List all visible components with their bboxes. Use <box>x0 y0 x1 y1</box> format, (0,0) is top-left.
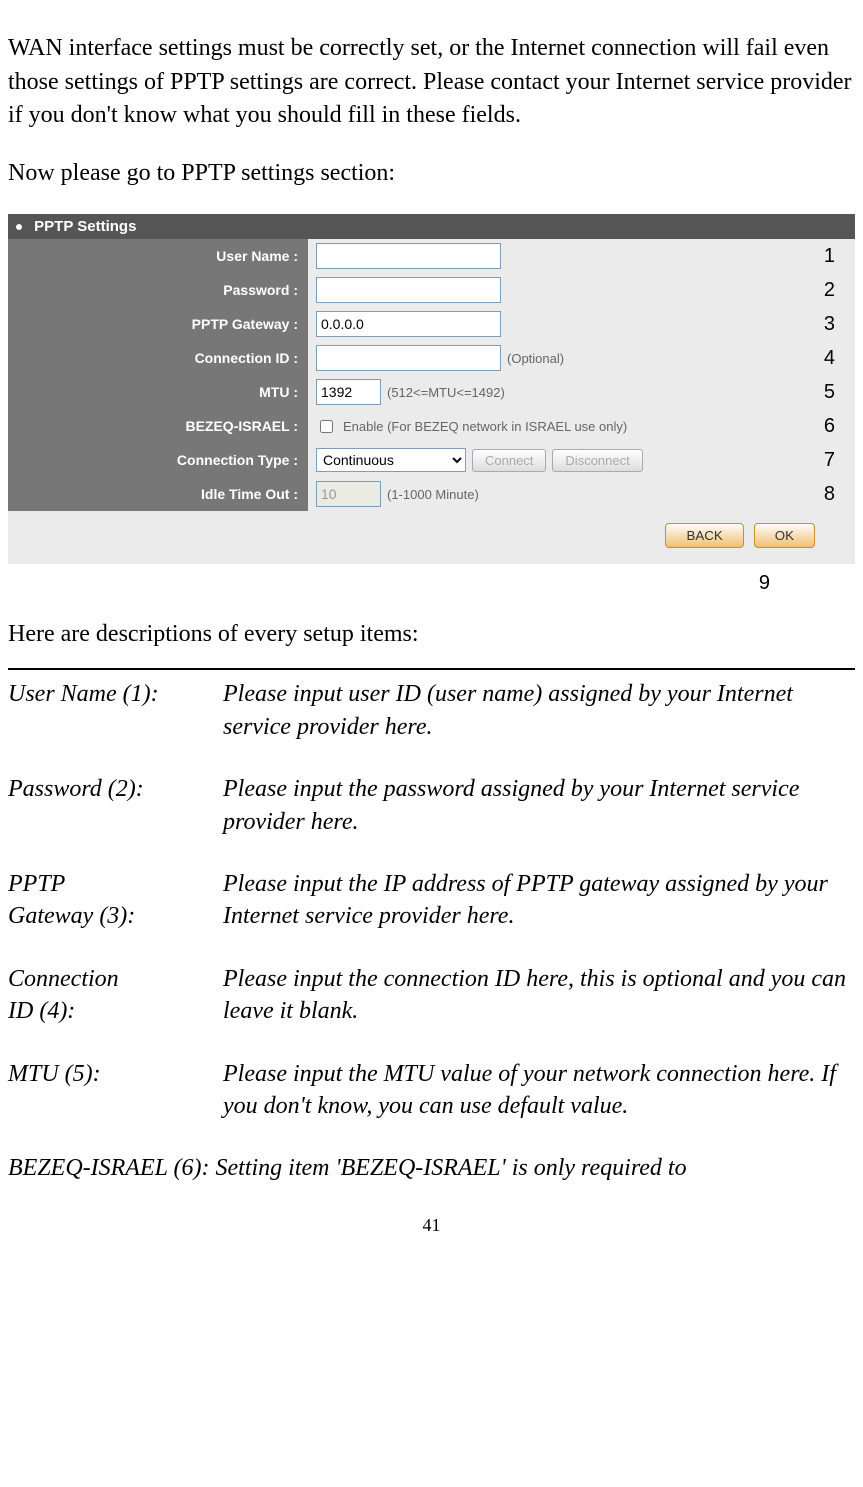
label-gateway: PPTP Gateway : <box>8 307 308 341</box>
annotation-4: 4 <box>824 347 835 370</box>
desc-label: ConnectionID (4): <box>8 963 223 1028</box>
desc-label: BEZEQ-ISRAEL (6): <box>8 1152 210 1184</box>
desc-item-gateway: PPTPGateway (3): Please input the IP add… <box>8 868 855 933</box>
desc-label: PPTPGateway (3): <box>8 868 223 933</box>
input-mtu[interactable] <box>316 379 381 405</box>
disconnect-button[interactable]: Disconnect <box>552 449 642 472</box>
row-connection-type: Connection Type : Continuous Connect Dis… <box>8 443 855 477</box>
row-idle-timeout: Idle Time Out : (1-1000 Minute) 8 <box>8 477 855 511</box>
desc-item-username: User Name (1): Please input user ID (use… <box>8 678 855 743</box>
desc-label: Password (2): <box>8 773 223 838</box>
select-connection-type[interactable]: Continuous <box>316 448 466 472</box>
desc-text: Please input the IP address of PPTP gate… <box>223 868 855 933</box>
annotation-9: 9 <box>8 572 855 595</box>
annotation-3: 3 <box>824 313 835 336</box>
input-password[interactable] <box>316 277 501 303</box>
desc-item-bezeq: BEZEQ-ISRAEL (6): Setting item 'BEZEQ-IS… <box>8 1152 855 1184</box>
bullet-icon <box>16 224 22 230</box>
label-mtu: MTU : <box>8 375 308 409</box>
checkbox-bezeq[interactable] <box>320 420 333 433</box>
input-connection-id[interactable] <box>316 345 501 371</box>
hint-mtu: (512<=MTU<=1492) <box>387 385 505 400</box>
desc-text: Please input the connection ID here, thi… <box>223 963 855 1028</box>
intro-paragraph-2: Now please go to PPTP settings section: <box>8 157 855 191</box>
intro-paragraph-1: WAN interface settings must be correctly… <box>8 32 855 133</box>
annotation-5: 5 <box>824 381 835 404</box>
label-connection-id: Connection ID : <box>8 341 308 375</box>
desc-label: MTU (5): <box>8 1058 223 1123</box>
label-username: User Name : <box>8 239 308 273</box>
input-gateway[interactable] <box>316 311 501 337</box>
annotation-2: 2 <box>824 279 835 302</box>
desc-text: Please input the password assigned by yo… <box>223 773 855 838</box>
connect-button[interactable]: Connect <box>472 449 546 472</box>
row-password: Password : 2 <box>8 273 855 307</box>
hint-bezeq: Enable (For BEZEQ network in ISRAEL use … <box>343 419 627 434</box>
annotation-7: 7 <box>824 449 835 472</box>
row-bezeq: BEZEQ-ISRAEL : Enable (For BEZEQ network… <box>8 409 855 443</box>
label-connection-type: Connection Type : <box>8 443 308 477</box>
panel-header: PPTP Settings <box>8 214 855 239</box>
back-button[interactable]: BACK <box>665 523 743 548</box>
desc-label: User Name (1): <box>8 678 223 743</box>
hint-idle-timeout: (1-1000 Minute) <box>387 487 479 502</box>
row-username: User Name : 1 <box>8 239 855 273</box>
desc-item-password: Password (2): Please input the password … <box>8 773 855 838</box>
input-idle-timeout <box>316 481 381 507</box>
label-bezeq: BEZEQ-ISRAEL : <box>8 409 308 443</box>
row-mtu: MTU : (512<=MTU<=1492) 5 <box>8 375 855 409</box>
label-idle-timeout: Idle Time Out : <box>8 477 308 511</box>
annotation-6: 6 <box>824 415 835 438</box>
desc-text: Please input user ID (user name) assigne… <box>223 678 855 743</box>
desc-text: Please input the MTU value of your netwo… <box>223 1058 855 1123</box>
descriptions-header: Here are descriptions of every setup ite… <box>8 621 855 648</box>
panel-title: PPTP Settings <box>34 218 136 235</box>
desc-text: Setting item 'BEZEQ-ISRAEL' is only requ… <box>216 1152 855 1184</box>
label-password: Password : <box>8 273 308 307</box>
desc-item-mtu: MTU (5): Please input the MTU value of y… <box>8 1058 855 1123</box>
page-number: 41 <box>8 1215 855 1236</box>
pptp-settings-panel: PPTP Settings User Name : 1 Password : 2… <box>8 214 855 564</box>
hint-connection-id: (Optional) <box>507 351 564 366</box>
desc-item-connection-id: ConnectionID (4): Please input the conne… <box>8 963 855 1028</box>
input-username[interactable] <box>316 243 501 269</box>
annotation-8: 8 <box>824 483 835 506</box>
bottom-buttons: BACK OK <box>8 511 855 548</box>
separator <box>8 668 855 670</box>
row-gateway: PPTP Gateway : 3 <box>8 307 855 341</box>
ok-button[interactable]: OK <box>754 523 815 548</box>
row-connection-id: Connection ID : (Optional) 4 <box>8 341 855 375</box>
annotation-1: 1 <box>824 245 835 268</box>
